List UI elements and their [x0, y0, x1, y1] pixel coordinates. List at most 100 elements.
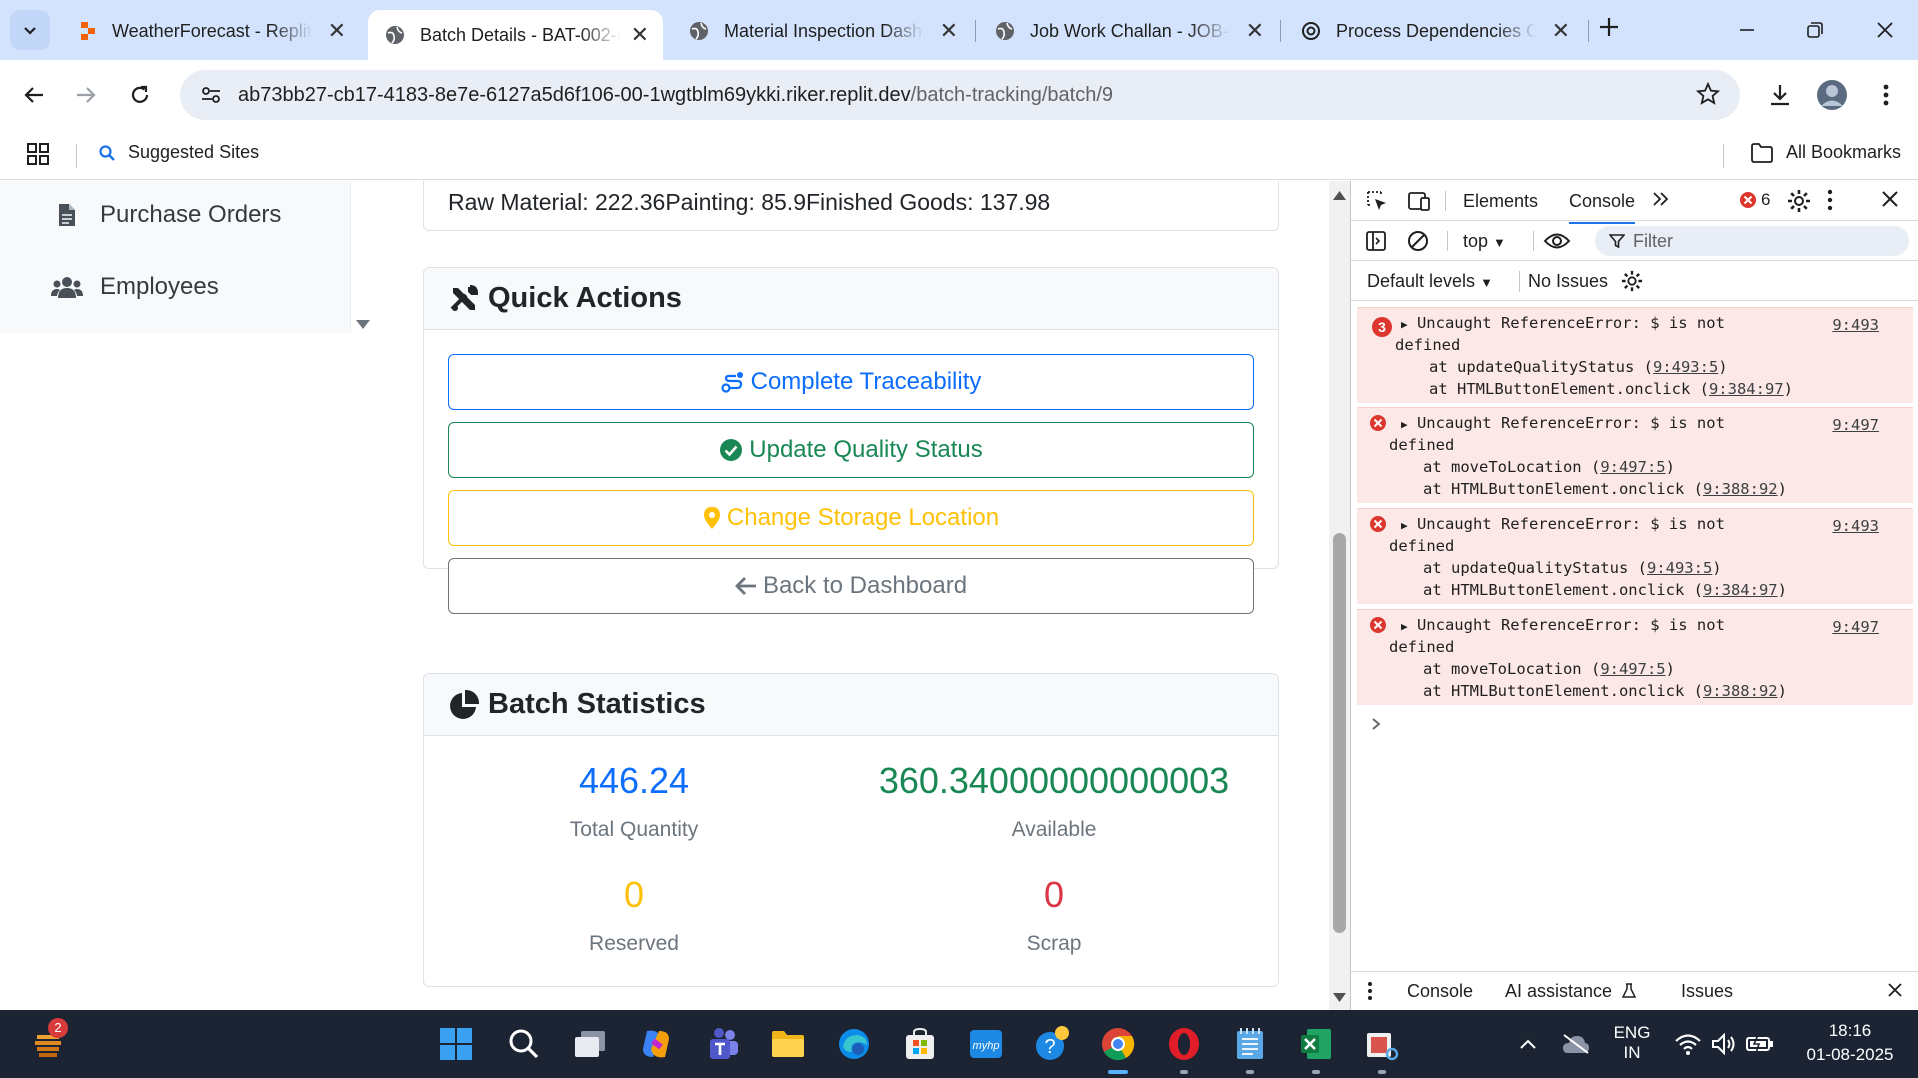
- console-error-message[interactable]: ▶ Uncaught ReferenceError: $ is not 9:49…: [1357, 609, 1913, 705]
- close-icon[interactable]: ✕: [1552, 18, 1570, 44]
- edge-app-icon[interactable]: [834, 1024, 874, 1064]
- close-icon[interactable]: ✕: [1246, 18, 1264, 44]
- change-storage-location-button[interactable]: Change Storage Location: [448, 490, 1254, 546]
- clear-console-icon[interactable]: [1407, 230, 1429, 252]
- drawer-tab-console[interactable]: Console: [1407, 981, 1474, 1012]
- error-source-link[interactable]: 9:493: [1832, 515, 1879, 538]
- error-source-link[interactable]: 9:497: [1832, 414, 1879, 437]
- bookmark-suggested-sites[interactable]: Suggested Sites: [98, 142, 259, 163]
- sidebar-item-purchase-orders[interactable]: Purchase Orders: [50, 201, 281, 229]
- inspect-element-icon[interactable]: [1365, 189, 1389, 213]
- more-tabs-icon[interactable]: [1651, 189, 1671, 209]
- wifi-icon[interactable]: [1668, 1024, 1708, 1064]
- all-bookmarks-button[interactable]: All Bookmarks: [1750, 142, 1901, 163]
- show-hidden-icons-button[interactable]: [1508, 1024, 1548, 1064]
- notepad-app-icon[interactable]: [1230, 1024, 1270, 1064]
- settings-gear-icon[interactable]: [1787, 189, 1811, 213]
- chrome-app-icon[interactable]: [1098, 1024, 1138, 1064]
- scroll-down-icon[interactable]: [1333, 990, 1346, 1008]
- log-levels-dropdown[interactable]: Default levels ▼: [1367, 271, 1493, 292]
- get-help-app-icon[interactable]: ?: [1032, 1024, 1072, 1064]
- minimize-button[interactable]: [1722, 10, 1772, 50]
- apps-grid-icon[interactable]: [26, 142, 50, 171]
- frame-location-link[interactable]: 9:493:5: [1653, 358, 1718, 376]
- drawer-tab-issues[interactable]: Issues: [1681, 981, 1733, 1002]
- sidebar-scroll-down-icon[interactable]: [356, 317, 370, 335]
- tab-job-work-challan[interactable]: Job Work Challan - JOB-2 ✕: [978, 10, 1278, 52]
- tab-console[interactable]: Console: [1569, 191, 1636, 224]
- expand-triangle-icon[interactable]: ▶: [1401, 318, 1408, 331]
- battery-icon[interactable]: [1740, 1024, 1780, 1064]
- myhp-app-icon[interactable]: myhp: [966, 1024, 1006, 1064]
- widgets-app-icon[interactable]: 2: [28, 1018, 68, 1064]
- new-tab-button[interactable]: [1598, 12, 1620, 46]
- close-icon[interactable]: ✕: [328, 18, 346, 44]
- opera-app-icon[interactable]: [1164, 1024, 1204, 1064]
- chrome-menu-button[interactable]: [1866, 75, 1906, 115]
- tab-material-inspection[interactable]: Material Inspection Dashb ✕: [672, 10, 972, 52]
- context-selector[interactable]: top ▼: [1463, 231, 1506, 252]
- console-filter-input[interactable]: Filter: [1595, 226, 1909, 256]
- console-error-message[interactable]: 3 ▶ Uncaught ReferenceError: $ is not 9:…: [1357, 307, 1913, 403]
- restore-button[interactable]: [1790, 10, 1840, 50]
- frame-location-link[interactable]: 9:388:92: [1703, 480, 1778, 498]
- back-to-dashboard-button[interactable]: Back to Dashboard: [448, 558, 1254, 614]
- forward-button[interactable]: [66, 75, 106, 115]
- site-info-icon[interactable]: [198, 82, 224, 108]
- kebab-menu-icon[interactable]: [1827, 189, 1833, 211]
- reload-button[interactable]: [120, 75, 160, 115]
- close-icon[interactable]: ✕: [940, 18, 958, 44]
- live-expression-eye-icon[interactable]: [1543, 230, 1571, 252]
- store-app-icon[interactable]: [900, 1024, 940, 1064]
- tab-search-button[interactable]: [10, 10, 50, 50]
- frame-location-link[interactable]: 9:497:5: [1600, 458, 1665, 476]
- volume-icon[interactable]: [1704, 1024, 1744, 1064]
- teams-app-icon[interactable]: [702, 1024, 742, 1064]
- console-error-message[interactable]: ▶ Uncaught ReferenceError: $ is not 9:49…: [1357, 508, 1913, 604]
- task-view-button[interactable]: [570, 1024, 610, 1064]
- tab-process-dependencies[interactable]: Process Dependencies O ✕: [1284, 10, 1584, 52]
- search-button[interactable]: [504, 1024, 544, 1064]
- clock[interactable]: 18:16 01-08-2025: [1790, 1021, 1910, 1065]
- close-icon[interactable]: ✕: [631, 22, 649, 48]
- scroll-up-icon[interactable]: [1333, 187, 1346, 205]
- url-text[interactable]: ab73bb27-cb17-4183-8e7e-6127a5d6f106-00-…: [238, 84, 1113, 107]
- downloads-button[interactable]: [1760, 75, 1800, 115]
- frame-location-link[interactable]: 9:384:97: [1709, 380, 1784, 398]
- frame-location-link[interactable]: 9:388:92: [1703, 682, 1778, 700]
- console-settings-gear-icon[interactable]: [1621, 270, 1643, 292]
- language-indicator[interactable]: ENG IN: [1604, 1023, 1660, 1063]
- profile-avatar[interactable]: [1812, 75, 1852, 115]
- file-explorer-app-icon[interactable]: [768, 1024, 808, 1064]
- address-bar[interactable]: ab73bb27-cb17-4183-8e7e-6127a5d6f106-00-…: [180, 70, 1740, 120]
- error-source-link[interactable]: 9:497: [1832, 616, 1879, 639]
- console-error-message[interactable]: ▶ Uncaught ReferenceError: $ is not 9:49…: [1357, 407, 1913, 503]
- excel-app-icon[interactable]: [1296, 1024, 1336, 1064]
- expand-triangle-icon[interactable]: ▶: [1401, 418, 1408, 431]
- error-counter[interactable]: 6: [1739, 190, 1770, 210]
- frame-location-link[interactable]: 9:493:5: [1647, 559, 1712, 577]
- frame-location-link[interactable]: 9:384:97: [1703, 581, 1778, 599]
- tab-elements[interactable]: Elements: [1463, 191, 1538, 212]
- device-toolbar-icon[interactable]: [1407, 189, 1431, 213]
- close-window-button[interactable]: [1860, 10, 1910, 50]
- drawer-menu-icon[interactable]: [1367, 981, 1373, 1001]
- start-button[interactable]: [436, 1024, 476, 1064]
- cloud-sync-icon[interactable]: [1556, 1024, 1596, 1064]
- sidebar-toggle-icon[interactable]: [1365, 230, 1387, 252]
- error-source-link[interactable]: 9:493: [1832, 314, 1879, 337]
- scrollbar-thumb[interactable]: [1333, 533, 1346, 933]
- sidebar-item-employees[interactable]: Employees: [50, 273, 219, 301]
- expand-triangle-icon[interactable]: ▶: [1401, 620, 1408, 633]
- close-devtools-icon[interactable]: [1881, 190, 1899, 208]
- issues-link[interactable]: No Issues: [1519, 271, 1608, 292]
- tab-batch-details[interactable]: Batch Details - BAT-002-C ✕: [368, 10, 663, 60]
- update-quality-status-button[interactable]: Update Quality Status: [448, 422, 1254, 478]
- back-button[interactable]: [14, 75, 54, 115]
- expand-triangle-icon[interactable]: ▶: [1401, 519, 1408, 532]
- drawer-tab-ai-assistance[interactable]: AI assistance: [1505, 981, 1637, 1002]
- frame-location-link[interactable]: 9:497:5: [1600, 660, 1665, 678]
- close-drawer-icon[interactable]: [1887, 982, 1903, 998]
- bookmark-star-icon[interactable]: [1695, 81, 1721, 111]
- copilot-app-icon[interactable]: [636, 1024, 676, 1064]
